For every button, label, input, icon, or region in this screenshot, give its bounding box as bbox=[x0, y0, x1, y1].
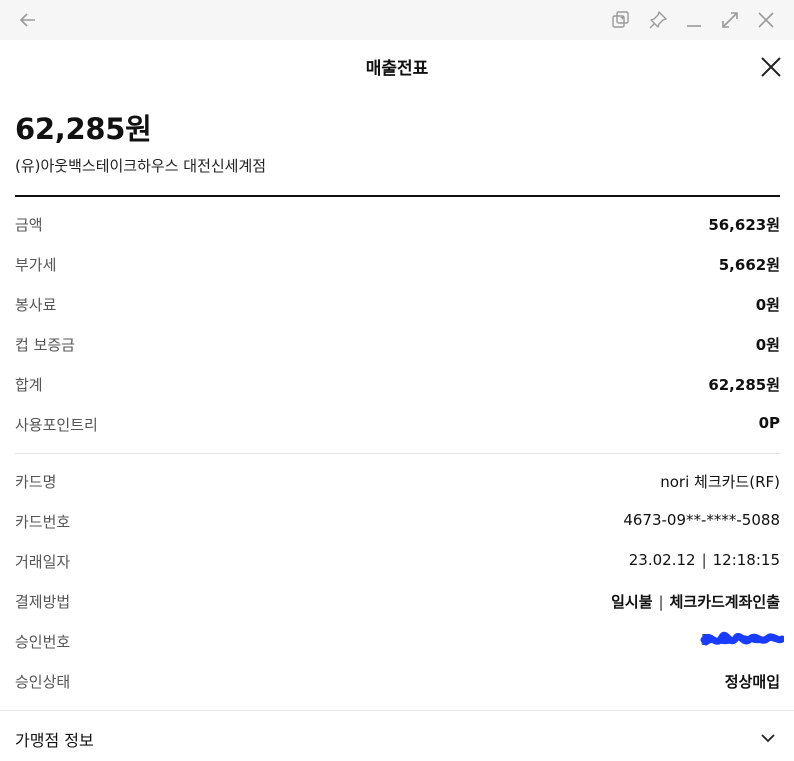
duplicate-icon[interactable] bbox=[611, 10, 631, 30]
transaction-date: 23.02.12 bbox=[628, 551, 696, 569]
card-name-value: nori 체크카드(RF) bbox=[660, 473, 780, 491]
chevron-down-icon[interactable] bbox=[758, 728, 778, 748]
vat-label: 부가세 bbox=[15, 256, 57, 274]
window-title-bar bbox=[0, 0, 794, 40]
redaction-scribble bbox=[700, 631, 784, 646]
approval-status-label: 승인상태 bbox=[15, 673, 71, 691]
card-number-value: 4673-09**-****-5088 bbox=[623, 511, 780, 529]
payment-method-value: 일시불 | 체크카드계좌인출 bbox=[611, 591, 780, 612]
sum-row: 합계 62,285원 bbox=[15, 374, 780, 398]
sum-value: 62,285원 bbox=[708, 376, 780, 394]
approval-status-row: 승인상태 정상매입 bbox=[15, 671, 780, 695]
installment-type: 일시불 bbox=[611, 593, 653, 611]
cup-deposit-row: 컵 보증금 0원 bbox=[15, 334, 780, 358]
transaction-date-label: 거래일자 bbox=[15, 553, 71, 571]
cup-deposit-value: 0원 bbox=[755, 336, 780, 354]
amount-value: 56,623원 bbox=[708, 216, 780, 234]
amount-row: 금액 56,623원 bbox=[15, 214, 780, 238]
transaction-time: 12:18:15 bbox=[712, 551, 780, 569]
vat-row: 부가세 5,662원 bbox=[15, 254, 780, 278]
merchant-info-toggle[interactable]: 가맹점 정보 bbox=[15, 727, 94, 751]
divider bbox=[15, 453, 780, 454]
maximize-icon[interactable] bbox=[720, 10, 740, 30]
pin-icon[interactable] bbox=[648, 10, 668, 30]
total-amount: 62,285원 bbox=[15, 112, 152, 146]
close-receipt-button[interactable] bbox=[758, 54, 784, 80]
divider bbox=[15, 195, 780, 197]
approval-number-label: 승인번호 bbox=[15, 633, 71, 651]
amount-label: 금액 bbox=[15, 216, 43, 234]
page-title: 매출전표 bbox=[365, 59, 429, 79]
store-name: (유)아웃백스테이크하우스 대전신세계점 bbox=[15, 157, 267, 175]
cup-deposit-label: 컵 보증금 bbox=[15, 336, 75, 354]
payment-method-label: 결제방법 bbox=[15, 593, 71, 611]
divider bbox=[0, 710, 794, 711]
points-value: 0P bbox=[758, 414, 780, 432]
minimize-icon[interactable] bbox=[684, 10, 704, 30]
method-separator: | bbox=[658, 593, 664, 611]
card-number-label: 카드번호 bbox=[15, 513, 71, 531]
sum-label: 합계 bbox=[15, 376, 43, 394]
date-separator: | bbox=[701, 551, 707, 569]
service-charge-value: 0원 bbox=[755, 296, 780, 314]
points-row: 사용포인트리 0P bbox=[15, 414, 780, 438]
vat-value: 5,662원 bbox=[718, 256, 780, 274]
service-charge-label: 봉사료 bbox=[15, 296, 57, 314]
close-icon[interactable] bbox=[756, 10, 776, 30]
card-number-row: 카드번호 4673-09**-****-5088 bbox=[15, 511, 780, 535]
approval-number-row: 승인번호 3 bbox=[15, 631, 784, 655]
transaction-date-row: 거래일자 23.02.12 | 12:18:15 bbox=[15, 551, 780, 575]
points-label: 사용포인트리 bbox=[15, 416, 98, 434]
card-name-row: 카드명 nori 체크카드(RF) bbox=[15, 471, 780, 495]
approval-status-value: 정상매입 bbox=[724, 673, 780, 691]
withdrawal-type: 체크카드계좌인출 bbox=[669, 593, 780, 611]
payment-method-row: 결제방법 일시불 | 체크카드계좌인출 bbox=[15, 591, 780, 615]
service-charge-row: 봉사료 0원 bbox=[15, 294, 780, 318]
card-name-label: 카드명 bbox=[15, 473, 57, 491]
back-arrow-icon[interactable] bbox=[18, 10, 38, 30]
transaction-date-value: 23.02.12 | 12:18:15 bbox=[629, 551, 780, 569]
